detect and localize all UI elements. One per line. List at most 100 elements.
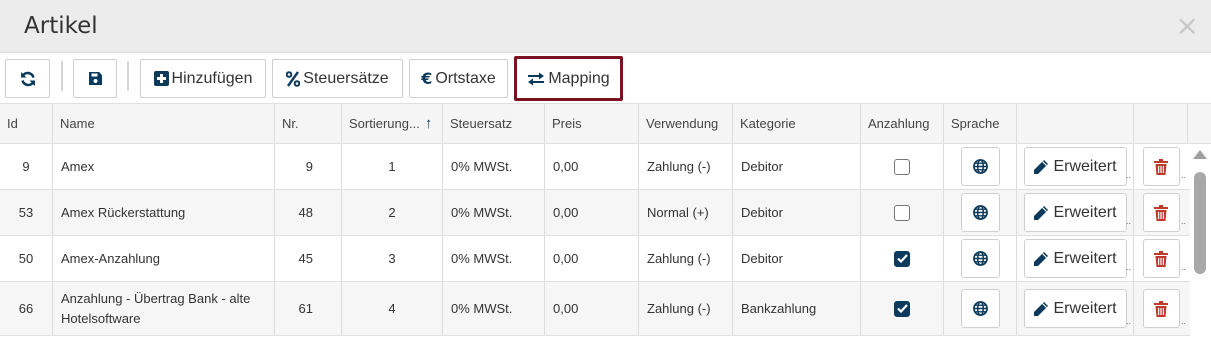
- column-header-price[interactable]: Preis: [545, 104, 639, 143]
- truncation-dots: ..: [1180, 216, 1186, 226]
- refresh-button[interactable]: [5, 59, 50, 98]
- deposit-checkbox-checked[interactable]: [894, 300, 910, 317]
- exchange-icon: [528, 72, 545, 85]
- extended-button[interactable]: Erweitert: [1023, 193, 1127, 232]
- column-header-category[interactable]: Kategorie: [733, 104, 861, 143]
- language-button[interactable]: [960, 289, 1000, 328]
- article-table: Id Name Nr. Sortierung... ↑ Steuersatz P…: [0, 103, 1211, 339]
- cell-nr: 48: [275, 190, 342, 235]
- checkmark-icon: [896, 254, 908, 263]
- trash-icon: [1154, 204, 1168, 221]
- delete-button[interactable]: [1142, 239, 1180, 278]
- truncation-dots: ..: [1125, 316, 1131, 326]
- dialog-title: Artikel: [24, 13, 98, 39]
- cell-id: 53: [0, 190, 53, 235]
- scrollbar-thumb[interactable]: [1194, 172, 1206, 274]
- table-row[interactable]: 50 Amex-Anzahlung 45 3 0% MWSt. 0,00 Zah…: [0, 236, 1190, 282]
- column-header-sort[interactable]: Sortierung... ↑: [342, 104, 443, 143]
- cell-language: [944, 282, 1017, 335]
- cell-category: Debitor: [733, 190, 861, 235]
- refresh-icon: [20, 71, 35, 86]
- column-header-sort-label: Sortierung...: [349, 116, 420, 131]
- pencil-icon: [1034, 251, 1049, 266]
- globe-icon: [972, 301, 988, 316]
- language-button[interactable]: [960, 193, 1000, 232]
- cell-price: 0,00: [545, 144, 639, 189]
- cell-tax: 0% MWSt.: [443, 144, 545, 189]
- vertical-scrollbar[interactable]: [1190, 144, 1211, 339]
- dialog-header: Artikel ×: [0, 0, 1211, 53]
- scroll-up-arrow-icon[interactable]: [1193, 150, 1207, 159]
- cell-sort: 2: [342, 190, 443, 235]
- extended-label: Erweitert: [1053, 249, 1117, 267]
- column-header-delete: [1134, 104, 1188, 143]
- column-header-extended: [1017, 104, 1134, 143]
- pencil-icon: [1034, 301, 1049, 316]
- local-tax-button[interactable]: € Ortstaxe: [409, 59, 508, 98]
- trash-icon: [1154, 300, 1168, 317]
- cell-tax: 0% MWSt.: [443, 190, 545, 235]
- save-icon: [88, 72, 102, 85]
- add-label: Hinzufügen: [171, 69, 253, 87]
- globe-icon: [972, 205, 988, 220]
- cell-nr: 61: [275, 282, 342, 335]
- table-row[interactable]: 53 Amex Rückerstattung 48 2 0% MWSt. 0,0…: [0, 190, 1190, 236]
- cell-name: Amex-Anzahlung: [53, 236, 275, 281]
- deposit-checkbox-checked[interactable]: [894, 250, 910, 267]
- cell-sort: 4: [342, 282, 443, 335]
- extended-button[interactable]: Erweitert: [1023, 147, 1127, 186]
- cell-deposit: [861, 190, 944, 235]
- extended-button[interactable]: Erweitert: [1023, 239, 1127, 278]
- mapping-button[interactable]: Mapping: [514, 56, 623, 101]
- cell-extended: Erweitert ..: [1017, 190, 1134, 235]
- delete-button[interactable]: [1142, 147, 1180, 186]
- add-button[interactable]: Hinzufügen: [140, 59, 266, 98]
- column-header-language[interactable]: Sprache: [944, 104, 1017, 143]
- extended-label: Erweitert: [1053, 203, 1117, 221]
- delete-button[interactable]: [1142, 193, 1180, 232]
- truncation-dots: ..: [1180, 316, 1186, 326]
- cell-category: Debitor: [733, 144, 861, 189]
- cell-nr: 45: [275, 236, 342, 281]
- extended-label: Erweitert: [1053, 299, 1117, 317]
- column-header-tax[interactable]: Steuersatz: [443, 104, 545, 143]
- trash-icon: [1154, 158, 1168, 175]
- close-icon[interactable]: ×: [1176, 12, 1199, 40]
- column-header-nr[interactable]: Nr.: [275, 104, 342, 143]
- deposit-checkbox[interactable]: [894, 158, 910, 175]
- cell-delete: ..: [1134, 282, 1188, 335]
- truncation-dots: ..: [1125, 170, 1131, 180]
- table-row[interactable]: 9 Amex 9 1 0% MWSt. 0,00 Zahlung (-) Deb…: [0, 144, 1190, 190]
- truncation-dots: ..: [1180, 262, 1186, 272]
- cell-extended: Erweitert ..: [1017, 282, 1134, 335]
- extended-button[interactable]: Erweitert: [1023, 289, 1127, 328]
- pencil-icon: [1034, 205, 1049, 220]
- table-header: Id Name Nr. Sortierung... ↑ Steuersatz P…: [0, 103, 1211, 144]
- cell-delete: ..: [1134, 236, 1188, 281]
- deposit-checkbox[interactable]: [894, 204, 910, 221]
- cell-name: Amex: [53, 144, 275, 189]
- cell-delete: ..: [1134, 190, 1188, 235]
- sort-ascending-icon: ↑: [424, 115, 433, 132]
- language-button[interactable]: [960, 239, 1000, 278]
- euro-icon: €: [421, 69, 433, 88]
- column-header-usage[interactable]: Verwendung: [639, 104, 733, 143]
- save-button[interactable]: [73, 59, 117, 98]
- cell-usage: Zahlung (-): [639, 282, 733, 335]
- pencil-icon: [1034, 159, 1049, 174]
- cell-name: Anzahlung - Übertrag Bank - alte Hotelso…: [53, 282, 275, 335]
- table-row[interactable]: 66 Anzahlung - Übertrag Bank - alte Hote…: [0, 282, 1190, 336]
- truncation-dots: ..: [1125, 216, 1131, 226]
- cell-nr: 9: [275, 144, 342, 189]
- delete-button[interactable]: [1142, 289, 1180, 328]
- column-header-deposit[interactable]: Anzahlung: [861, 104, 944, 143]
- tax-rates-button[interactable]: Steuersätze: [272, 59, 403, 98]
- globe-icon: [972, 251, 988, 266]
- cell-sort: 3: [342, 236, 443, 281]
- toolbar-separator: [127, 61, 129, 91]
- column-header-name[interactable]: Name: [53, 104, 275, 143]
- column-header-id[interactable]: Id: [0, 104, 53, 143]
- percent-icon: [286, 70, 301, 87]
- cell-extended: Erweitert ..: [1017, 236, 1134, 281]
- language-button[interactable]: [960, 147, 1000, 186]
